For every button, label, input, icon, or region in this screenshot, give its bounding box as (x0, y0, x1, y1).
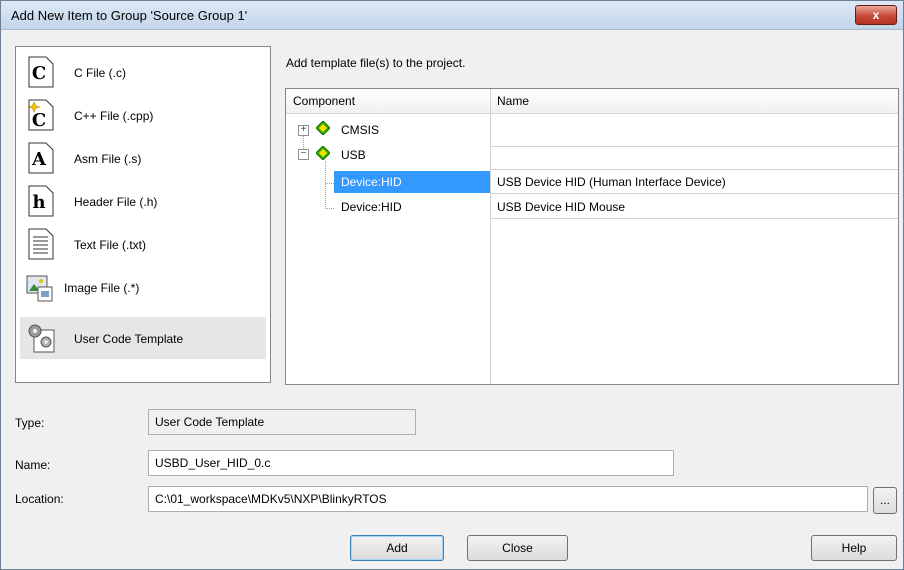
browse-button[interactable]: ... (873, 487, 897, 514)
help-button[interactable]: Help (811, 535, 897, 561)
file-type-user-code-template[interactable]: User Code Template (20, 317, 266, 359)
tree-connector (325, 161, 326, 209)
collapse-icon[interactable]: − (298, 149, 309, 160)
name-label: Name: (15, 458, 51, 472)
template-grid: Component Name + CMSIS − USB Device:HID … (285, 88, 899, 385)
type-value: User Code Template (155, 415, 265, 429)
file-type-label: Asm File (.s) (74, 152, 142, 166)
file-type-cpp[interactable]: C C++ File (.cpp) (20, 94, 266, 136)
help-button-label: Help (841, 541, 867, 555)
close-button[interactable]: Close (467, 535, 568, 561)
type-label: Type: (15, 416, 45, 430)
component-name: CMSIS (341, 123, 380, 137)
column-divider (490, 89, 491, 384)
file-type-label: C File (.c) (74, 66, 126, 80)
file-type-image[interactable]: Image File (.*) (20, 266, 266, 308)
header-file-icon: h (28, 185, 54, 217)
type-field: User Code Template (148, 409, 416, 435)
close-window-button[interactable]: x (855, 5, 897, 25)
text-file-icon (28, 228, 54, 260)
name-input[interactable]: USBD_User_HID_0.c (148, 450, 674, 476)
row-divider (490, 218, 898, 219)
add-new-item-dialog: Add New Item to Group 'Source Group 1' x… (0, 0, 904, 570)
row-divider (490, 193, 898, 194)
file-type-header[interactable]: h Header File (.h) (20, 180, 266, 222)
column-header-name[interactable]: Name (497, 94, 529, 108)
close-icon: x (872, 8, 880, 22)
tree-connector (325, 183, 334, 184)
asm-file-icon: A (28, 142, 54, 174)
add-button[interactable]: Add (350, 535, 444, 561)
component-name: Device:HID (341, 200, 402, 214)
window-title: Add New Item to Group 'Source Group 1' (11, 8, 248, 23)
file-type-list: C C File (.c) C C++ File (.cpp) A Asm Fi… (15, 46, 271, 383)
location-input[interactable]: C:\01_workspace\MDKv5\NXP\BlinkyRTOS (148, 486, 868, 512)
svg-text:C: C (32, 63, 46, 84)
row-divider (490, 169, 898, 170)
file-type-asm[interactable]: A Asm File (.s) (20, 137, 266, 179)
file-type-label: User Code Template (74, 332, 184, 346)
component-description: USB Device HID Mouse (497, 200, 626, 214)
file-type-c[interactable]: C C File (.c) (20, 51, 266, 93)
file-type-label: Image File (.*) (64, 281, 140, 295)
title-bar[interactable]: Add New Item to Group 'Source Group 1' x (1, 1, 903, 30)
location-label: Location: (15, 492, 64, 506)
component-name: USB (341, 148, 366, 162)
name-value: USBD_User_HID_0.c (155, 456, 271, 470)
svg-text:h: h (32, 192, 45, 213)
c-file-icon: C (28, 56, 54, 88)
add-button-label: Add (386, 541, 408, 555)
template-hint: Add template file(s) to the project. (286, 56, 466, 70)
file-type-label: Text File (.txt) (74, 238, 147, 252)
location-value: C:\01_workspace\MDKv5\NXP\BlinkyRTOS (155, 492, 387, 506)
gears-icon (28, 324, 55, 353)
file-type-text[interactable]: Text File (.txt) (20, 223, 266, 265)
component-diamond-icon (316, 146, 330, 160)
component-diamond-icon (316, 121, 330, 135)
file-type-label: Header File (.h) (74, 195, 158, 209)
component-name: Device:HID (341, 175, 402, 189)
svg-text:A: A (31, 149, 47, 170)
grid-header: Component Name (286, 89, 898, 114)
tree-connector (325, 208, 334, 209)
column-header-component[interactable]: Component (293, 94, 355, 108)
component-description: USB Device HID (Human Interface Device) (497, 175, 726, 189)
row-divider (490, 146, 898, 147)
svg-text:C: C (32, 110, 46, 131)
close-button-label: Close (502, 541, 533, 555)
browse-label: ... (879, 493, 890, 507)
file-type-label: C++ File (.cpp) (74, 109, 154, 123)
image-file-icon (26, 275, 53, 302)
cpp-file-icon: C (27, 99, 54, 131)
expand-icon[interactable]: + (298, 125, 309, 136)
